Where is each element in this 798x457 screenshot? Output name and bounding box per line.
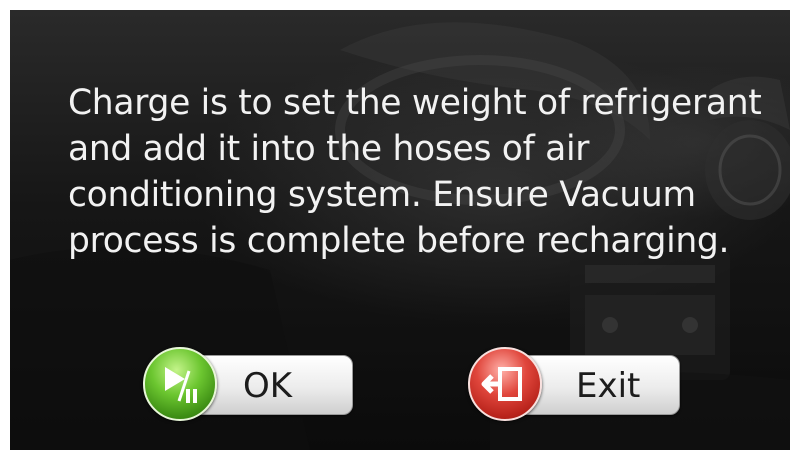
charge-description-text: Charge is to set the weight of refrigera… (68, 83, 762, 261)
exit-button[interactable]: Exit (468, 347, 680, 421)
play-pause-icon[interactable] (143, 347, 217, 421)
ok-button[interactable]: OK (143, 347, 353, 421)
charge-info-screen: Charge is to set the weight of refrigera… (10, 10, 790, 450)
ok-button-label[interactable]: OK (243, 366, 292, 406)
exit-button-label[interactable]: Exit (576, 366, 640, 406)
exit-door-icon[interactable] (468, 347, 542, 421)
